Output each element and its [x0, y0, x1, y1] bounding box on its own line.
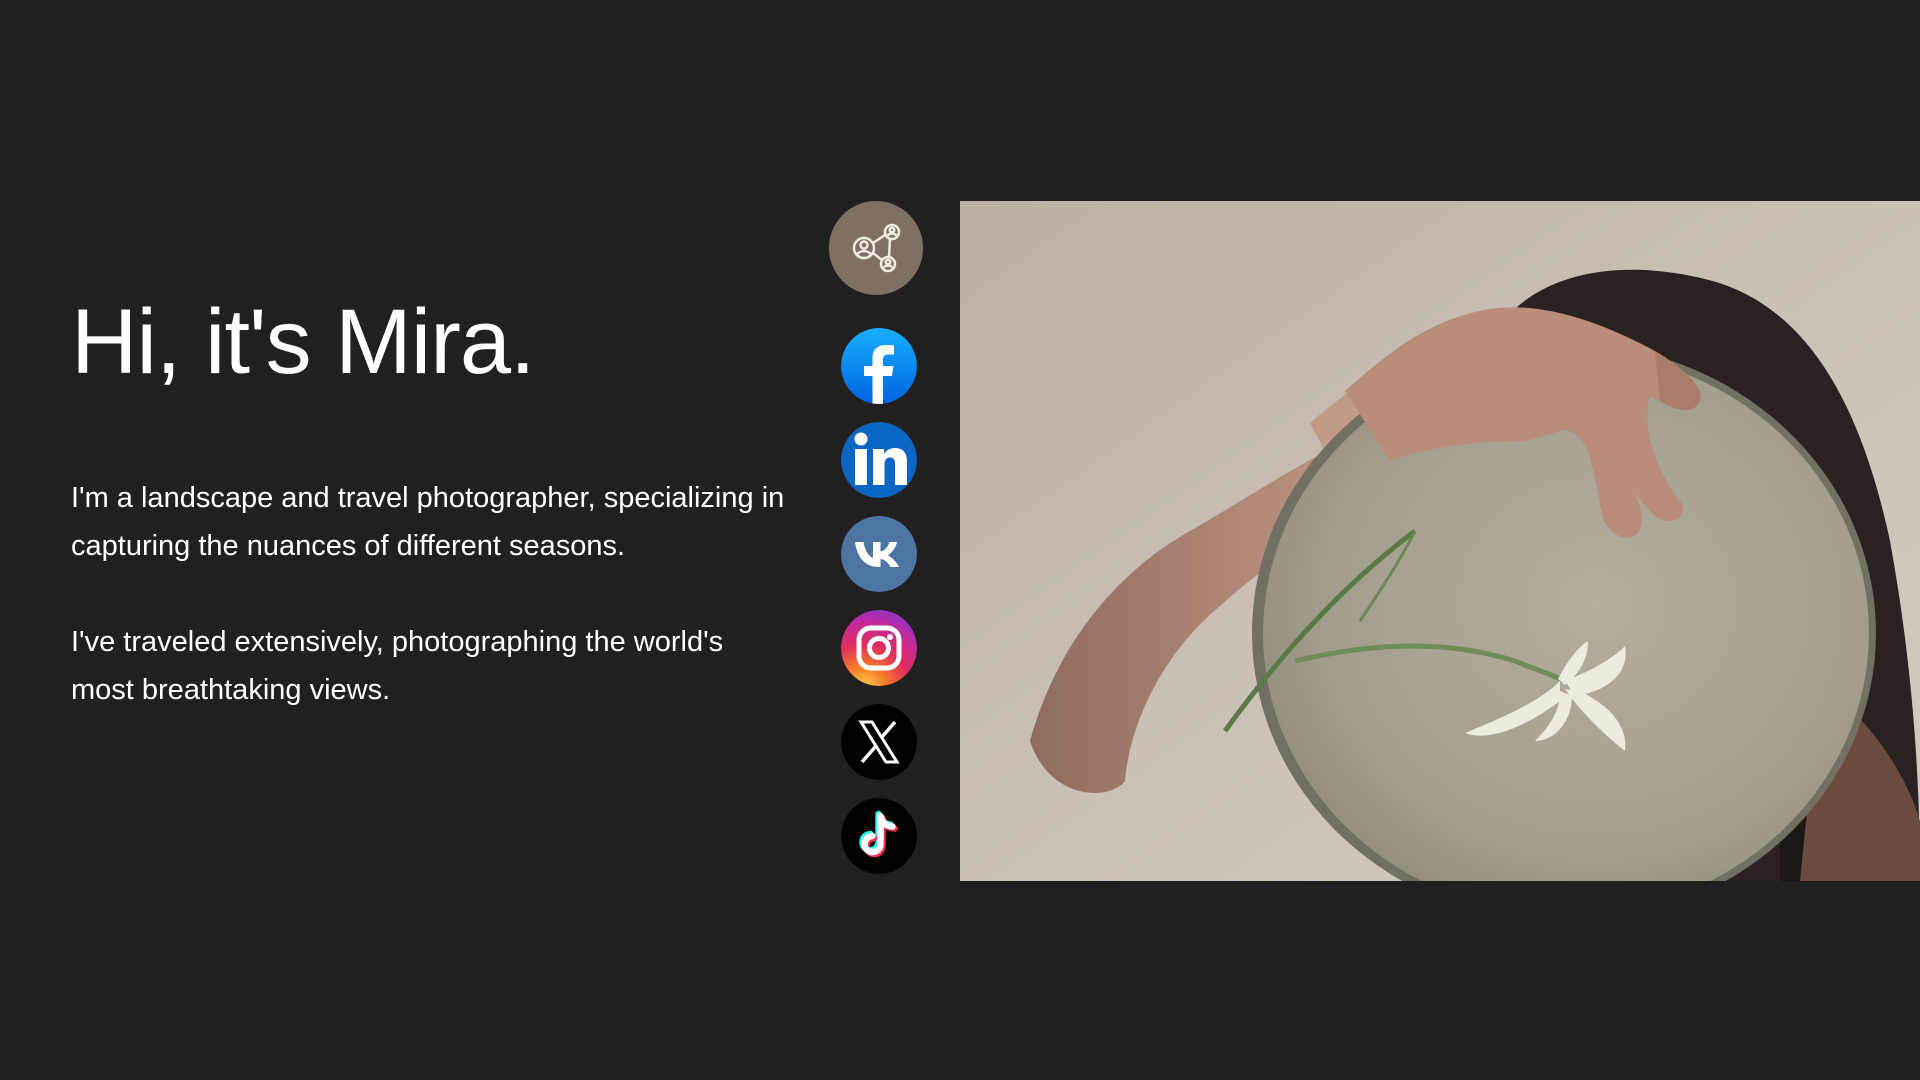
facebook-icon [841, 328, 917, 404]
vk-icon [841, 516, 917, 592]
tiktok-link[interactable] [841, 798, 917, 874]
facebook-link[interactable] [841, 328, 917, 404]
bio-text: I'm a landscape and travel photographer,… [71, 474, 791, 762]
linkedin-link[interactable] [841, 422, 917, 498]
share-network-icon [852, 223, 901, 273]
bio-paragraph-1: I'm a landscape and travel photographer,… [71, 482, 785, 562]
vk-link[interactable] [841, 516, 917, 592]
x-icon [841, 704, 917, 780]
hero-photo [960, 201, 1920, 881]
x-link[interactable] [841, 704, 917, 780]
page-title: Hi, it's Mira. [71, 291, 536, 393]
linkedin-icon [841, 422, 917, 498]
social-share-toggle[interactable] [829, 201, 923, 295]
social-links [841, 328, 917, 892]
tiktok-icon [841, 798, 917, 874]
instagram-link[interactable] [841, 610, 917, 686]
page: Hi, it's Mira. I'm a landscape and trave… [0, 0, 1920, 1080]
bio-paragraph-2: I've traveled extensively, photographing… [71, 626, 724, 706]
instagram-icon [841, 610, 917, 686]
portrait-photo [960, 201, 1920, 881]
